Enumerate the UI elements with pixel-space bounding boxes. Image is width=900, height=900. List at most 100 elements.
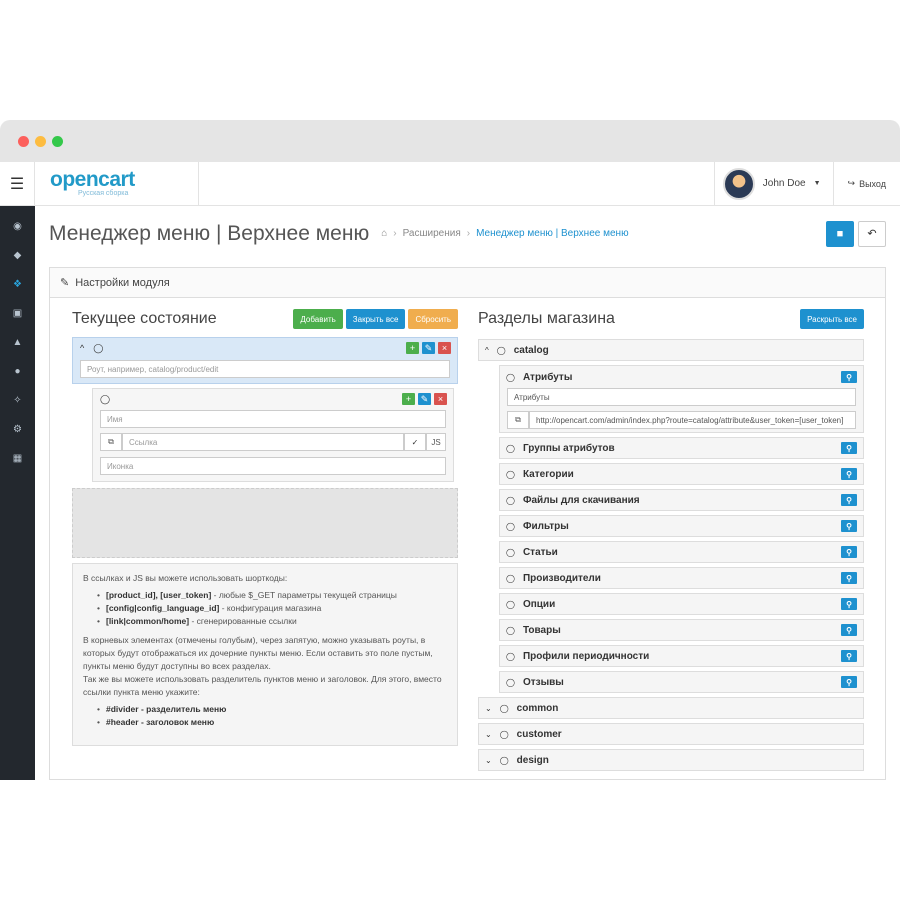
top-header: ☰ opencart Русская сборка John Doe ▼ ↪ В… xyxy=(0,161,900,206)
delete-button[interactable]: × xyxy=(434,393,447,405)
attr-url-input[interactable]: http://opencart.com/admin/index.php?rout… xyxy=(529,411,856,429)
logo-text: opencart xyxy=(50,168,135,191)
chevron-up-icon[interactable]: ^ xyxy=(80,343,84,354)
edit-button[interactable]: ✎ xyxy=(422,342,435,354)
bar-chart-icon[interactable]: ▦ xyxy=(0,444,35,473)
tree-node-catalog[interactable]: ^ ◯ catalog xyxy=(478,339,864,361)
logout-link[interactable]: ↪ Выход xyxy=(832,161,900,206)
chevron-down-icon[interactable]: ⌄ xyxy=(485,704,492,713)
tree-node-item[interactable]: ◯ Профили периодичности ⚲ xyxy=(499,645,864,667)
icon-input[interactable]: Иконка xyxy=(100,457,446,475)
breadcrumb-current[interactable]: Менеджер меню | Верхнее меню xyxy=(476,228,628,239)
drop-zone[interactable] xyxy=(72,488,458,558)
list-item: #header - заголовок меню xyxy=(97,716,447,729)
share-icon[interactable]: ✧ xyxy=(0,386,35,415)
add-child-button[interactable]: + xyxy=(406,342,419,354)
close-all-button[interactable]: Закрыть все xyxy=(345,309,406,329)
menu-toggle-icon[interactable]: ☰ xyxy=(0,161,35,206)
search-icon[interactable]: ⚲ xyxy=(841,371,857,383)
route-input[interactable]: Роут, например, catalog/product/edit xyxy=(80,360,450,378)
search-icon[interactable]: ⚲ xyxy=(841,494,857,506)
save-icon: ■ xyxy=(836,227,844,240)
chevron-up-icon[interactable]: ^ xyxy=(485,346,489,355)
tree-node-item[interactable]: ◯ Отзывы ⚲ xyxy=(499,671,864,693)
chevron-down-icon[interactable]: ⌄ xyxy=(485,730,492,739)
browser-window: ☰ opencart Русская сборка John Doe ▼ ↪ В… xyxy=(0,120,900,780)
tree-node-item[interactable]: ◯ Опции ⚲ xyxy=(499,593,864,615)
save-button[interactable]: ■ xyxy=(826,220,854,247)
tree-node-item[interactable]: ◯ Файлы для скачивания ⚲ xyxy=(499,489,864,511)
help-paragraph: Так же вы можете использовать разделител… xyxy=(83,674,442,697)
logo[interactable]: opencart Русская сборка xyxy=(35,161,199,206)
chevron-down-icon[interactable]: ⌄ xyxy=(485,756,492,765)
search-icon[interactable]: ⚲ xyxy=(841,598,857,610)
drag-handle-icon[interactable]: ◯ xyxy=(100,394,110,405)
attr-url-value: http://opencart.com/admin/index.php?rout… xyxy=(536,415,844,425)
main-content: Менеджер меню | Верхнее меню ⌂ › Расшире… xyxy=(35,206,900,780)
check-icon[interactable]: ✓ xyxy=(404,433,426,451)
add-button[interactable]: Добавить xyxy=(293,309,343,329)
drag-handle-icon[interactable]: ◯ xyxy=(93,343,103,354)
minimize-window-dot[interactable] xyxy=(35,135,46,147)
child-menu-item[interactable]: ◯ + ✎ × Имя ⧉ Ссылка ✓ JS Иконка xyxy=(92,388,454,482)
delete-button[interactable]: × xyxy=(438,342,451,354)
user-name: John Doe xyxy=(762,178,806,189)
tree-node-item[interactable]: ◯ Статьи ⚲ xyxy=(499,541,864,563)
maximize-window-dot[interactable] xyxy=(52,135,63,147)
tree-node-attributes[interactable]: ◯ Атрибуты ⚲ Атрибуты ⧉ http://opencart.… xyxy=(499,365,864,433)
caret-down-icon: ▼ xyxy=(813,180,821,187)
route-placeholder: Роут, например, catalog/product/edit xyxy=(87,364,219,374)
close-window-dot[interactable] xyxy=(18,135,29,147)
cart-icon[interactable]: ▲ xyxy=(0,328,35,357)
dashboard-icon[interactable]: ◉ xyxy=(0,212,35,241)
tree-node-item[interactable]: ◯ Фильтры ⚲ xyxy=(499,515,864,537)
tree-node-label: customer xyxy=(516,728,562,740)
tree-node-common[interactable]: ⌄ ◯ common xyxy=(478,697,864,719)
help-box: В ссылках и JS вы можете использовать шо… xyxy=(72,563,458,746)
search-icon[interactable]: ⚲ xyxy=(841,676,857,688)
add-child-button[interactable]: + xyxy=(402,393,415,405)
edit-button[interactable]: ✎ xyxy=(418,393,431,405)
tree-node-label: Товары xyxy=(522,624,561,636)
user-menu[interactable]: John Doe ▼ xyxy=(713,161,833,206)
copy-icon[interactable]: ⧉ xyxy=(100,433,122,451)
tree-node-label: Статьи xyxy=(522,546,558,558)
drag-handle-icon: ◯ xyxy=(506,651,515,661)
module-settings-panel: ✎ Настройки модуля Текущее состояние Доб… xyxy=(49,267,886,780)
breadcrumb: ⌂ › Расширения › Менеджер меню | Верхнее… xyxy=(381,228,629,239)
search-icon[interactable]: ⚲ xyxy=(841,624,857,636)
search-icon[interactable]: ⚲ xyxy=(841,546,857,558)
desktop-icon[interactable]: ▣ xyxy=(0,299,35,328)
reset-button[interactable]: Сбросить xyxy=(408,309,458,329)
drag-handle-icon: ◯ xyxy=(506,372,515,382)
tree-node-customer[interactable]: ⌄ ◯ customer xyxy=(478,723,864,745)
search-icon[interactable]: ⚲ xyxy=(841,572,857,584)
back-button[interactable]: ↶ xyxy=(858,220,886,247)
link-input[interactable]: Ссылка xyxy=(122,433,404,451)
copy-icon[interactable]: ⧉ xyxy=(507,411,529,429)
user-icon[interactable]: ● xyxy=(0,357,35,386)
tree-node-item[interactable]: ◯ Группы атрибутов ⚲ xyxy=(499,437,864,459)
tree-node-design[interactable]: ⌄ ◯ design xyxy=(478,749,864,771)
expand-all-button[interactable]: Раскрыть все xyxy=(800,309,864,329)
link-placeholder: Ссылка xyxy=(129,437,158,447)
drag-handle-icon: ◯ xyxy=(506,599,515,609)
home-icon[interactable]: ⌂ xyxy=(381,228,387,239)
attr-name-input[interactable]: Атрибуты xyxy=(507,388,856,406)
tree-node-item[interactable]: ◯ Товары ⚲ xyxy=(499,619,864,641)
search-icon[interactable]: ⚲ xyxy=(841,468,857,480)
tree-node-item[interactable]: ◯ Производители ⚲ xyxy=(499,567,864,589)
tree-node-label: Производители xyxy=(522,572,601,584)
cog-icon[interactable]: ⚙ xyxy=(0,415,35,444)
search-icon[interactable]: ⚲ xyxy=(841,520,857,532)
puzzle-icon[interactable]: ❖ xyxy=(0,270,35,299)
tree-node-item[interactable]: ◯ Категории ⚲ xyxy=(499,463,864,485)
js-toggle[interactable]: JS xyxy=(426,433,446,451)
tags-icon[interactable]: ◆ xyxy=(0,241,35,270)
search-icon[interactable]: ⚲ xyxy=(841,442,857,454)
current-state-column: Текущее состояние Добавить Закрыть все С… xyxy=(72,308,458,746)
breadcrumb-extensions[interactable]: Расширения xyxy=(403,228,461,239)
search-icon[interactable]: ⚲ xyxy=(841,650,857,662)
root-menu-item[interactable]: ^ ◯ + ✎ × Роут, например, catalog/produc… xyxy=(72,337,458,384)
name-input[interactable]: Имя xyxy=(100,410,446,428)
